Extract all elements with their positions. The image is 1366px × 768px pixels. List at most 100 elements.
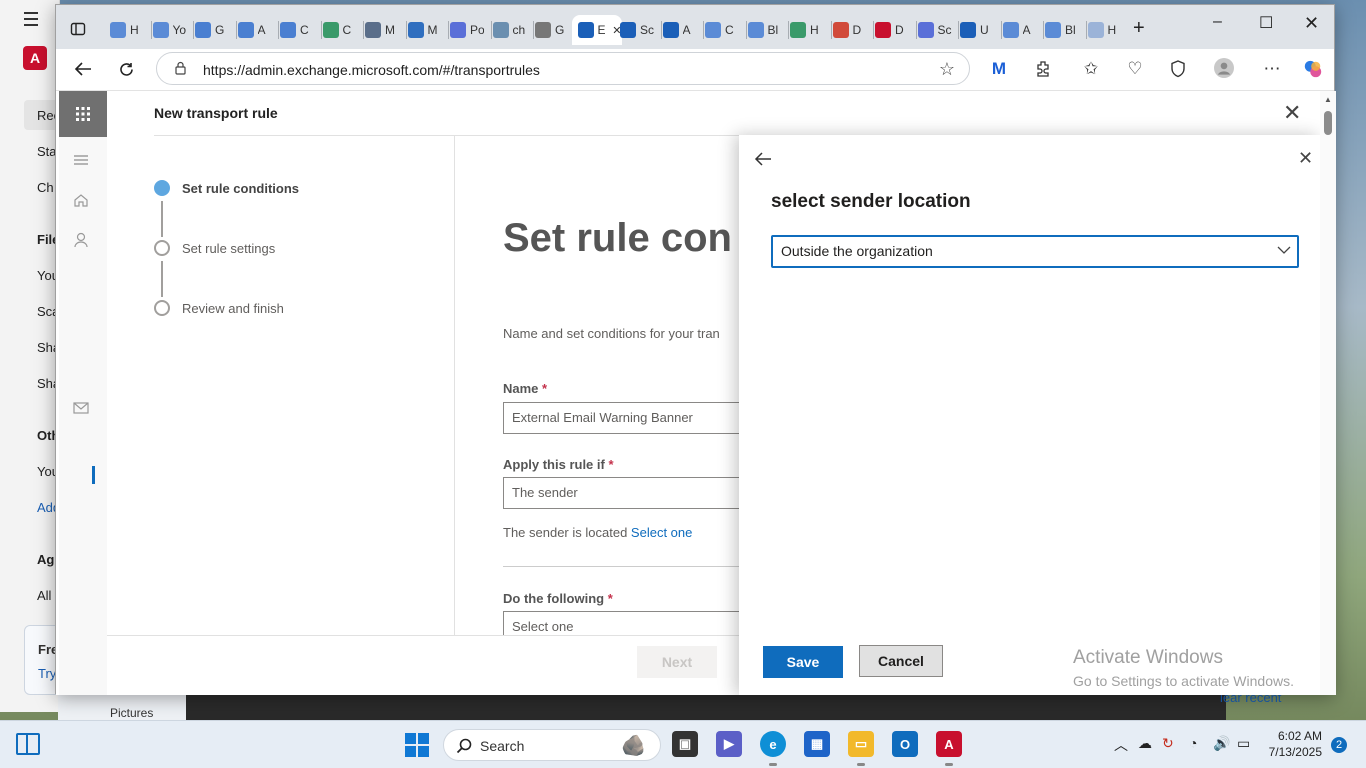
browser-essentials-icon[interactable]: ♡ xyxy=(1125,59,1145,79)
browser-tab[interactable]: Po xyxy=(450,15,492,45)
wifi-icon[interactable]: ◔ xyxy=(1189,735,1197,751)
browser-tab[interactable]: D xyxy=(875,15,917,45)
bg-item[interactable]: Sta xyxy=(37,144,57,159)
minimize-button[interactable]: – xyxy=(1213,13,1222,31)
scroll-up-icon[interactable]: ▲ xyxy=(1324,95,1332,104)
step-set-rule-conditions[interactable]: Set rule conditions xyxy=(154,180,299,196)
browser-tab[interactable]: H xyxy=(790,15,832,45)
update-icon[interactable]: ↻ xyxy=(1162,735,1174,752)
browser-tab[interactable]: Sc xyxy=(620,15,662,45)
task-view-icon[interactable]: ▣ xyxy=(672,731,698,757)
favorites-icon[interactable]: ✩ xyxy=(1081,59,1101,79)
browser-tab[interactable]: C xyxy=(322,15,365,45)
notification-badge[interactable]: 2 xyxy=(1331,737,1347,753)
tab-favicon-icon xyxy=(365,22,381,38)
browser-tab[interactable]: A xyxy=(662,15,705,45)
onedrive-icon[interactable]: ☁ xyxy=(1138,735,1152,752)
next-button[interactable]: Next xyxy=(637,646,717,678)
volume-icon[interactable]: 🔊 xyxy=(1213,735,1230,752)
home-icon[interactable] xyxy=(73,192,89,208)
browser-tab[interactable]: U xyxy=(960,15,1002,45)
show-hidden-icons[interactable]: ︿ xyxy=(1114,735,1128,755)
browser-tab[interactable]: C xyxy=(280,15,322,45)
menu-icon[interactable] xyxy=(24,12,38,14)
widgets-icon[interactable] xyxy=(16,733,40,755)
browser-tab[interactable]: M xyxy=(365,15,407,45)
save-button[interactable]: Save xyxy=(763,646,843,678)
tab-favicon-icon xyxy=(492,22,509,38)
browser-tab[interactable]: Bl xyxy=(1045,15,1087,45)
name-field[interactable]: External Email Warning Banner xyxy=(503,402,763,434)
outlook-icon[interactable]: O xyxy=(892,731,918,757)
browser-tab[interactable]: A xyxy=(1002,15,1045,45)
browser-tab[interactable]: D xyxy=(832,15,875,45)
acrobat-icon[interactable]: A xyxy=(936,731,962,757)
edge-icon[interactable]: e xyxy=(760,731,786,757)
flyout-title: select sender location xyxy=(771,191,971,212)
bg-item[interactable]: All xyxy=(37,588,51,603)
browser-tab[interactable]: Sc xyxy=(917,15,960,45)
browser-tab[interactable]: C xyxy=(705,15,747,45)
shield-icon[interactable] xyxy=(1168,59,1188,79)
bg-item[interactable]: Ch xyxy=(37,180,54,195)
sender-location-dropdown[interactable]: Outside the organization xyxy=(771,235,1299,268)
file-explorer-icon[interactable]: ▭ xyxy=(848,731,874,757)
step-indicator-icon xyxy=(154,300,170,316)
new-tab-button[interactable]: + xyxy=(1133,17,1145,40)
store-icon[interactable]: ▦ xyxy=(804,731,830,757)
start-icon[interactable] xyxy=(405,733,429,760)
extensions-icon[interactable] xyxy=(1033,59,1053,79)
clock[interactable]: 6:02 AM 7/13/2025 xyxy=(1262,728,1322,760)
browser-tab[interactable]: Bl xyxy=(747,15,790,45)
browser-tab[interactable]: ch xyxy=(492,15,535,45)
scrollbar-thumb[interactable] xyxy=(1324,111,1332,135)
copilot-icon[interactable] xyxy=(1303,59,1323,79)
step-set-rule-settings[interactable]: Set rule settings xyxy=(154,240,275,256)
page-scrollbar[interactable]: ▲ xyxy=(1320,91,1336,695)
browser-tab[interactable]: A xyxy=(237,15,280,45)
step-indicator-icon xyxy=(154,180,170,196)
close-panel-icon[interactable]: ✕ xyxy=(1283,102,1301,124)
favorite-star-icon[interactable]: ☆ xyxy=(939,59,955,80)
panel-footer: Next xyxy=(107,635,757,695)
back-arrow-icon[interactable] xyxy=(754,150,772,168)
tab-favicon-icon xyxy=(577,22,594,38)
teams-icon[interactable]: ▶ xyxy=(716,731,742,757)
profile-avatar-icon[interactable] xyxy=(1214,58,1234,78)
select-one-link[interactable]: Select one xyxy=(631,525,692,540)
refresh-icon[interactable] xyxy=(116,59,136,79)
tab-label: Po xyxy=(470,23,484,37)
browser-tab[interactable]: H xyxy=(110,15,152,45)
apply-rule-dropdown[interactable]: The sender xyxy=(503,477,763,509)
cancel-button[interactable]: Cancel xyxy=(859,645,943,677)
step-review-and-finish[interactable]: Review and finish xyxy=(154,300,284,316)
back-icon[interactable] xyxy=(73,59,93,79)
browser-tab[interactable]: G xyxy=(535,15,577,45)
maximize-button[interactable]: ☐ xyxy=(1259,13,1273,33)
tab-actions-icon[interactable] xyxy=(68,19,88,39)
search-placeholder: Search xyxy=(480,738,525,754)
hamburger-menu-icon[interactable] xyxy=(73,152,89,168)
browser-tab[interactable]: H xyxy=(1087,15,1130,45)
bg-card-link[interactable]: Try xyxy=(38,666,56,681)
mail-flow-icon[interactable] xyxy=(73,400,89,416)
clock-time: 6:02 AM xyxy=(1277,729,1322,743)
left-nav-rail xyxy=(59,91,107,695)
tab-favicon-icon xyxy=(237,22,254,38)
browser-tab[interactable]: E ✕ xyxy=(571,15,622,45)
tab-favicon-icon xyxy=(195,22,211,38)
battery-icon[interactable]: ▭ xyxy=(1237,735,1250,752)
close-window-button[interactable]: ✕ xyxy=(1304,13,1319,34)
close-flyout-icon[interactable]: ✕ xyxy=(1298,149,1313,167)
browser-tab[interactable]: M xyxy=(407,15,450,45)
malwarebytes-icon[interactable]: M xyxy=(989,59,1009,79)
taskbar-search[interactable]: Search 🪨 xyxy=(443,729,661,761)
more-menu-icon[interactable]: ⋯ xyxy=(1262,59,1282,79)
address-bar[interactable]: https://admin.exchange.microsoft.com/#/t… xyxy=(156,52,970,85)
browser-tab[interactable]: Yo xyxy=(152,15,195,45)
app-launcher-icon[interactable] xyxy=(59,91,107,137)
recipients-icon[interactable] xyxy=(73,232,89,248)
bg-pictures[interactable]: Pictures xyxy=(110,706,153,720)
tab-favicon-icon xyxy=(322,22,339,38)
browser-tab[interactable]: G xyxy=(195,15,237,45)
